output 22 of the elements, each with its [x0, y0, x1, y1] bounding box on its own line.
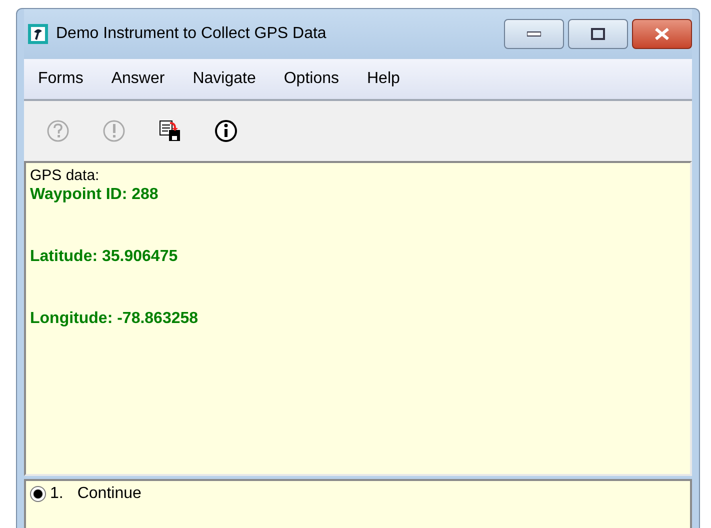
minimize-button[interactable] — [504, 19, 564, 49]
info-icon[interactable] — [214, 119, 238, 143]
menu-item[interactable]: Forms — [38, 70, 84, 88]
close-icon — [654, 27, 670, 41]
question-text: Latitude: 35.906475 — [30, 248, 178, 266]
app-icon — [28, 24, 48, 44]
question-text: GPS data: — [30, 167, 100, 184]
window-title: Demo Instrument to Collect GPS Data — [56, 25, 326, 43]
maximize-icon — [591, 28, 605, 40]
question-text: Longitude: -78.863258 — [30, 310, 198, 328]
question-text: Waypoint ID: 288 — [30, 186, 158, 204]
minimize-icon — [527, 31, 541, 37]
menu-item[interactable]: Answer — [111, 70, 165, 88]
menu-item[interactable]: Help — [366, 70, 400, 88]
menu-item[interactable]: Navigate — [192, 70, 256, 88]
save-document-icon[interactable] — [158, 119, 182, 143]
maximize-button[interactable] — [568, 19, 628, 49]
close-button[interactable] — [632, 19, 692, 49]
radio-button[interactable] — [30, 486, 46, 502]
answer-label[interactable]: Continue — [77, 485, 142, 503]
answer-number: 1. — [50, 485, 64, 503]
menu-item[interactable]: Options — [284, 70, 339, 88]
